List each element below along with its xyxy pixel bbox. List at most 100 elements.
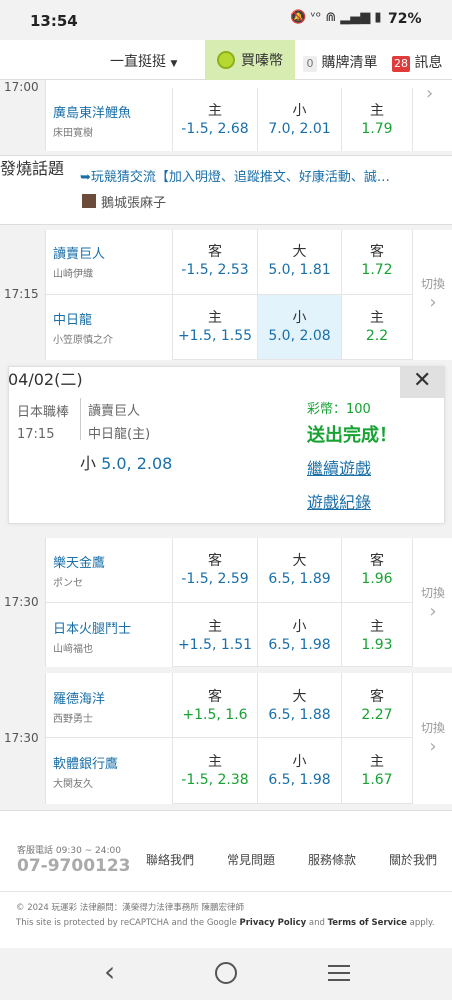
chevron-right-icon[interactable]: › bbox=[426, 83, 433, 104]
caret-down-icon: ▼ bbox=[170, 59, 178, 69]
bet-line: 7.0, 2.01 bbox=[268, 121, 331, 137]
bet-line: 5.0, 1.81 bbox=[268, 262, 331, 278]
bet-line: 6.5, 1.98 bbox=[268, 772, 331, 788]
coin-icon bbox=[217, 51, 235, 69]
team-name: 中日龍 bbox=[53, 313, 93, 328]
ticket-list-label: 購牌清單 bbox=[321, 55, 378, 71]
pitcher-name: 山﨑福也 bbox=[53, 644, 93, 655]
moneyline-bet-cell[interactable]: 主 1.93 bbox=[342, 603, 413, 667]
messages-link[interactable]: 28 訊息 bbox=[392, 52, 442, 72]
switch-label: 切換 bbox=[420, 721, 445, 735]
spread-bet-cell[interactable]: 主 +1.5, 1.55 bbox=[173, 295, 258, 360]
moneyline-bet-cell[interactable]: 主 2.2 bbox=[342, 295, 413, 360]
bet-side: 客 bbox=[370, 244, 384, 260]
bet-line: 6.5, 1.89 bbox=[268, 571, 331, 587]
hot-topic-label: 發燒話題 bbox=[0, 159, 65, 178]
buy-coins-button[interactable]: 買嗪幣 bbox=[205, 40, 295, 80]
back-icon[interactable]: ‹ bbox=[104, 955, 115, 988]
bet-line: 1.96 bbox=[361, 571, 393, 587]
popup-team-home: 中日龍(主) bbox=[88, 427, 151, 442]
popup-coins: 彩幣：100 bbox=[307, 402, 371, 417]
moneyline-bet-cell[interactable]: 客 1.96 bbox=[342, 538, 413, 603]
total-bet-cell[interactable]: 小 6.5, 1.98 bbox=[258, 738, 342, 804]
spread-bet-cell[interactable]: 主 +1.5, 1.51 bbox=[173, 603, 258, 667]
home-icon[interactable] bbox=[215, 962, 237, 984]
footer-link-terms[interactable]: 服務條款 bbox=[308, 851, 356, 868]
chevron-right-icon: › bbox=[429, 601, 437, 622]
switch-button[interactable]: 切換 › bbox=[414, 275, 452, 313]
team-cell: 廣島東洋鯉魚 床田寛樹 bbox=[46, 88, 173, 154]
pitcher-name: 山崎伊織 bbox=[53, 269, 93, 280]
moneyline-bet-cell[interactable]: 主 1.67 bbox=[342, 738, 413, 804]
recaptcha-notice: This site is protected by reCAPTCHA and … bbox=[16, 918, 435, 928]
team-cell: 讀賣巨人 山崎伊織 bbox=[46, 230, 173, 295]
recaptcha-and: and bbox=[306, 918, 328, 928]
battery-level: 72% bbox=[388, 11, 422, 27]
divider bbox=[80, 398, 81, 440]
bet-line: 6.5, 1.88 bbox=[268, 707, 331, 723]
spread-bet-cell[interactable]: 主 -1.5, 2.38 bbox=[173, 738, 258, 804]
pick-side: 小 bbox=[80, 454, 97, 473]
footer-link-about[interactable]: 關於我們 bbox=[389, 851, 437, 868]
bet-side: 大 bbox=[292, 689, 307, 705]
spread-bet-cell[interactable]: 客 -1.5, 2.53 bbox=[173, 230, 258, 295]
league-dropdown[interactable]: 一直挺挺 ▼ bbox=[110, 51, 177, 71]
team-cell: 日本火腿鬥士 山﨑福也 bbox=[46, 603, 173, 667]
switch-button[interactable]: 切換 › bbox=[414, 719, 452, 757]
switch-button[interactable]: 切換 › bbox=[414, 584, 452, 622]
game-record-link[interactable]: 遊戲紀錄 bbox=[307, 489, 371, 513]
bet-line: +1.5, 1.6 bbox=[182, 707, 248, 723]
team-cell: 樂天金鷹 ポンセ bbox=[46, 538, 173, 603]
spread-bet-cell[interactable]: 主 -1.5, 2.68 bbox=[173, 88, 258, 154]
pick-value: 5.0, 2.08 bbox=[101, 454, 173, 473]
total-bet-cell-selected[interactable]: 小 5.0, 2.08 bbox=[258, 295, 342, 360]
game-time: 17:30 bbox=[4, 595, 39, 609]
team-cell: 羅德海洋 西野勇士 bbox=[46, 673, 173, 738]
moneyline-bet-cell[interactable]: 客 1.72 bbox=[342, 230, 413, 295]
bet-side: 客 bbox=[208, 244, 222, 260]
popup-done-message: 送出完成！ bbox=[307, 425, 397, 446]
switch-label: 切換 bbox=[420, 586, 445, 600]
footer-link-contact[interactable]: 聯絡我們 bbox=[146, 851, 194, 868]
pitcher-name: 小笠原慎之介 bbox=[53, 335, 113, 346]
ticket-list-link[interactable]: 0 購牌清單 bbox=[303, 52, 377, 72]
bet-side: 客 bbox=[370, 553, 384, 569]
terms-of-service-link[interactable]: Terms of Service bbox=[328, 918, 407, 928]
bet-side: 小 bbox=[292, 619, 307, 635]
continue-game-link[interactable]: 繼續遊戲 bbox=[307, 455, 371, 479]
total-bet-cell[interactable]: 大 6.5, 1.89 bbox=[258, 538, 342, 603]
bet-line: 2.27 bbox=[361, 707, 393, 723]
bet-line: +1.5, 1.55 bbox=[177, 328, 253, 344]
spread-bet-cell[interactable]: 客 +1.5, 1.6 bbox=[173, 673, 258, 738]
popup-team-away: 讀賣巨人 bbox=[88, 404, 141, 419]
copyright: © 2024 玩運彩 法律顧問：漢榮得力法律事務所 陳鵬宏律師 bbox=[16, 903, 244, 913]
moneyline-bet-cell[interactable]: 客 2.27 bbox=[342, 673, 413, 738]
total-bet-cell[interactable]: 小 6.5, 1.98 bbox=[258, 603, 342, 667]
spread-bet-cell[interactable]: 客 -1.5, 2.59 bbox=[173, 538, 258, 603]
bet-line: -1.5, 2.53 bbox=[181, 262, 249, 278]
messages-label: 訊息 bbox=[414, 55, 443, 71]
moneyline-bet-cell[interactable]: 主 1.79 bbox=[342, 88, 413, 154]
recaptcha-text: This site is protected by reCAPTCHA and … bbox=[16, 918, 240, 928]
bet-line: 1.72 bbox=[361, 262, 393, 278]
total-bet-cell[interactable]: 大 5.0, 1.81 bbox=[258, 230, 342, 295]
total-bet-cell[interactable]: 大 6.5, 1.88 bbox=[258, 673, 342, 738]
switch-label: 切換 bbox=[420, 277, 445, 291]
status-bar: 13:54 🔕 ᵛᵒ ⋒ ▂▄▆ ▮ 72% bbox=[0, 0, 452, 40]
bet-side: 大 bbox=[292, 553, 307, 569]
total-bet-cell[interactable]: 小 7.0, 2.01 bbox=[258, 88, 342, 154]
bet-side: 主 bbox=[370, 103, 384, 119]
privacy-policy-link[interactable]: Privacy Policy bbox=[240, 918, 307, 928]
close-button[interactable]: ✕ bbox=[400, 366, 445, 398]
team-name: 廣島東洋鯉魚 bbox=[53, 106, 132, 121]
support-phone[interactable]: 07-9700123 bbox=[17, 856, 131, 876]
bet-side: 主 bbox=[208, 310, 222, 326]
footer-link-faq[interactable]: 常見問題 bbox=[227, 851, 275, 868]
league-dropdown-label: 一直挺挺 bbox=[110, 54, 166, 70]
team-cell: 中日龍 小笠原慎之介 bbox=[46, 295, 173, 360]
bet-side: 主 bbox=[208, 103, 222, 119]
recents-menu-icon[interactable] bbox=[328, 965, 350, 981]
bet-line: 1.93 bbox=[361, 637, 393, 653]
hot-topic-title[interactable]: ➥玩競猜交流【加入明燈、追蹤推文、好康活動、誠… bbox=[80, 166, 430, 185]
bet-line: -1.5, 2.38 bbox=[181, 772, 249, 788]
